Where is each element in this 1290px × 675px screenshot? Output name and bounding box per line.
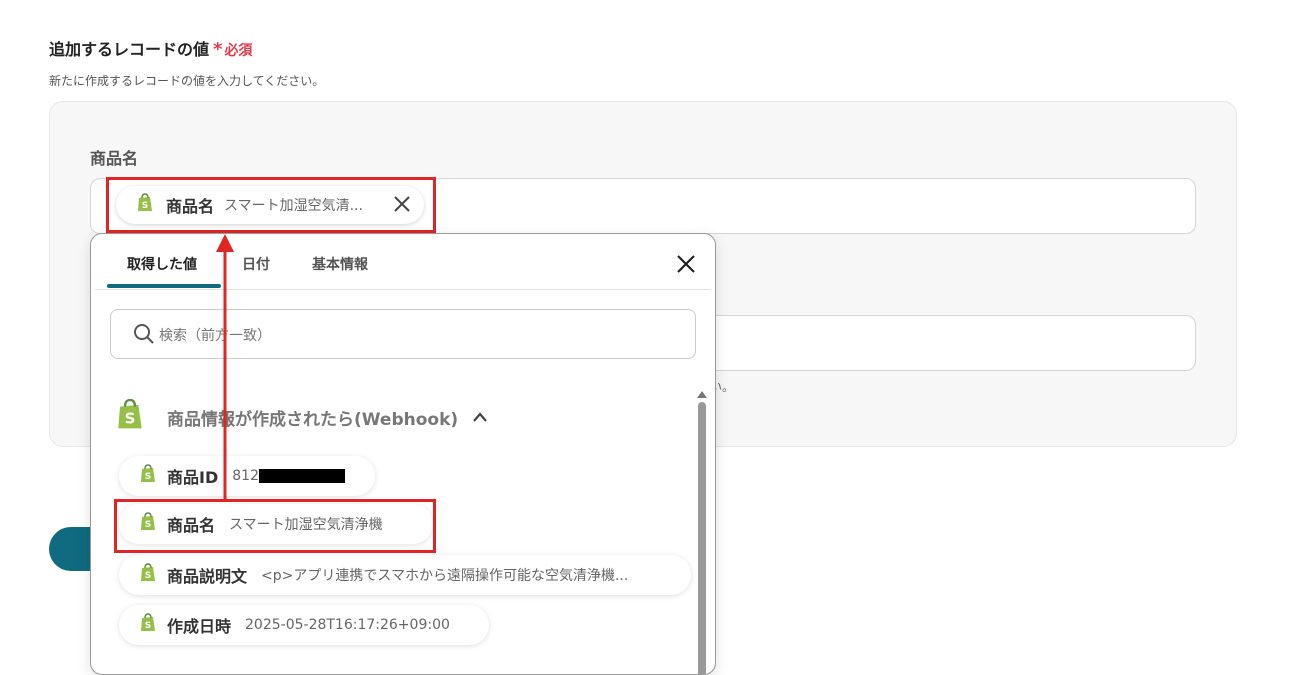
annotation-arrow: [216, 234, 234, 500]
